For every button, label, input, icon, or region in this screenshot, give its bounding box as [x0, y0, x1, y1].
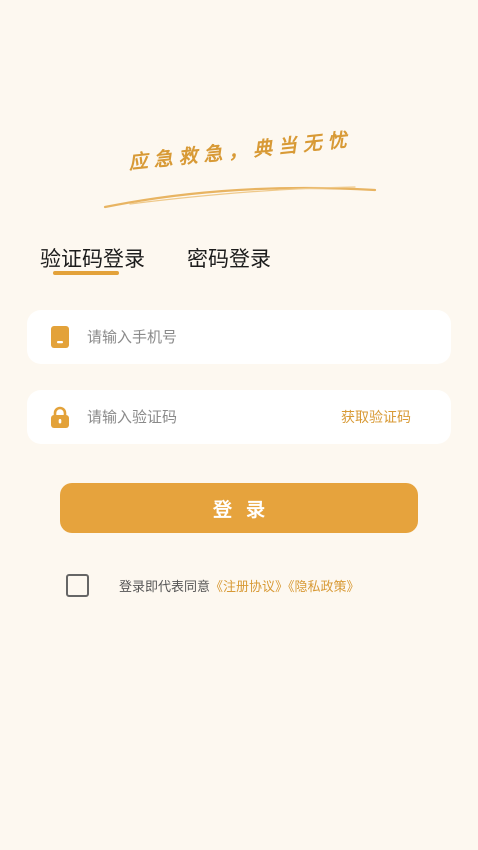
agreement-text: 登录即代表同意《注册协议》《隐私政策》	[119, 576, 360, 595]
active-tab-indicator	[53, 271, 119, 275]
code-input[interactable]	[87, 390, 317, 444]
phone-icon	[49, 326, 71, 348]
tab-sms-login[interactable]: 验证码登录	[40, 243, 145, 273]
tab-password-login[interactable]: 密码登录	[187, 243, 271, 273]
slogan-banner: 应急救急，典当无忧	[100, 129, 390, 220]
phone-field	[27, 310, 451, 364]
terms-link[interactable]: 《注册协议》	[210, 580, 288, 595]
phone-input[interactable]	[87, 310, 427, 364]
code-field: 获取验证码	[27, 390, 451, 444]
get-code-button[interactable]: 获取验证码	[341, 407, 411, 427]
agreement-checkbox[interactable]	[66, 574, 89, 597]
agreement-prefix: 登录即代表同意	[119, 580, 211, 595]
privacy-link[interactable]: 《隐私政策》	[288, 580, 360, 595]
lock-icon	[49, 406, 71, 428]
agreement-row: 登录即代表同意《注册协议》《隐私政策》	[64, 573, 444, 597]
login-button[interactable]: 登录	[60, 483, 418, 533]
